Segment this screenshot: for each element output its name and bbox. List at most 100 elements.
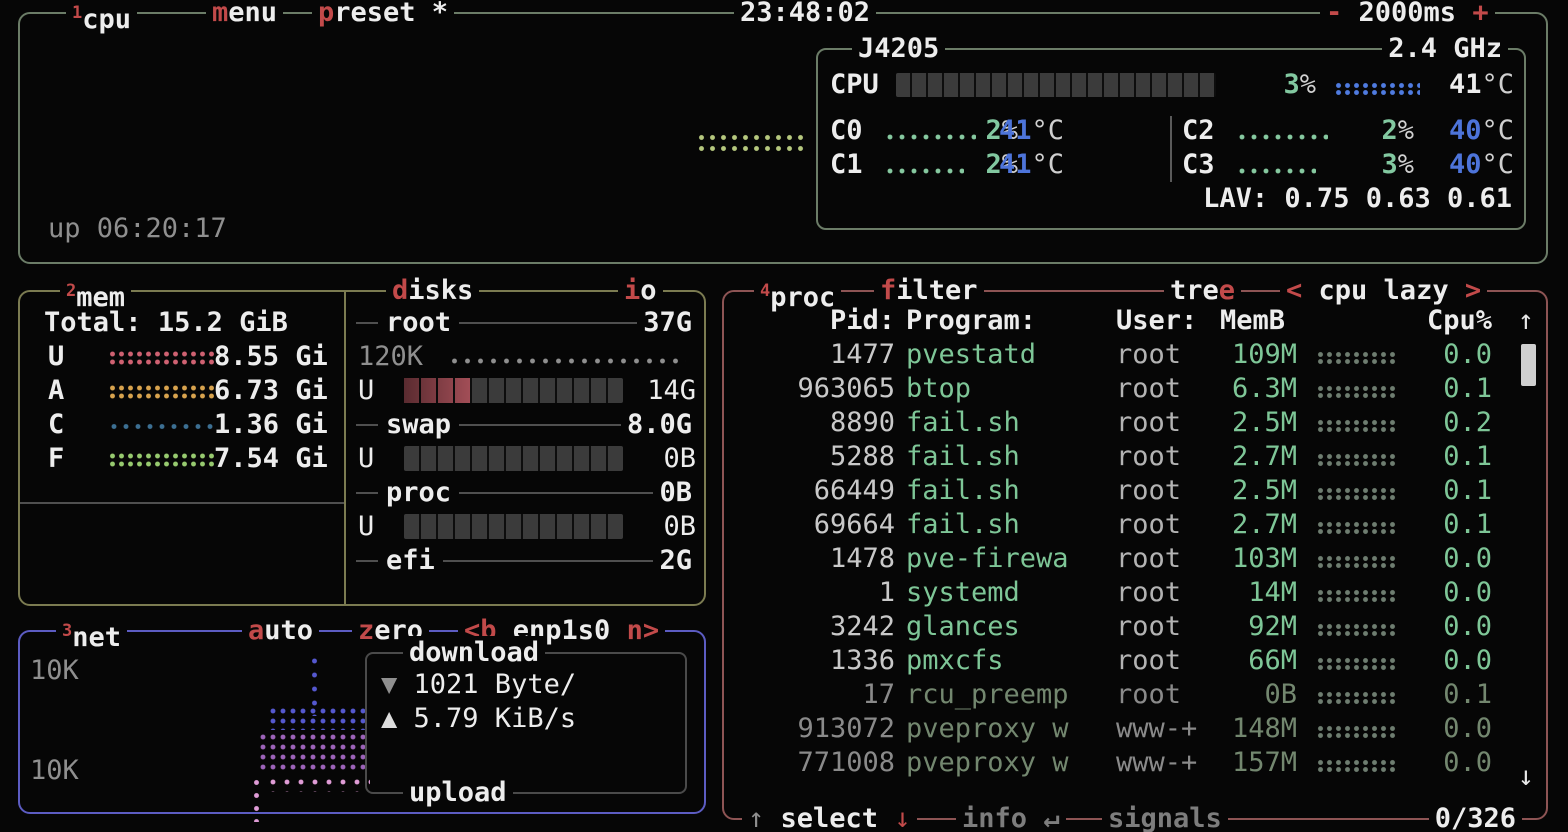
mem-value: 7.54 Gi (214, 442, 328, 476)
cpu-total-graph (1334, 82, 1420, 95)
process-row[interactable]: 8890 fail.sh root 2.5M 0.2 (730, 406, 1536, 440)
process-mem: 109M (1185, 338, 1297, 372)
interval-minus-button[interactable]: - (1326, 0, 1342, 28)
sort-mode: cpu lazy (1319, 275, 1449, 306)
process-mem: 103M (1185, 542, 1297, 576)
select-control[interactable]: ↑ select ↓ (742, 802, 917, 832)
process-row[interactable]: 1477 pvestatd root 109M 0.0 (730, 338, 1536, 372)
disk-io-value: 120K (358, 340, 423, 374)
process-row[interactable]: 771008 pveproxy w www-+ 157M 0.0 (730, 746, 1536, 780)
header-program[interactable]: Program: (906, 304, 1036, 338)
process-row[interactable]: 3242 glances root 92M 0.0 (730, 610, 1536, 644)
core-percent: 3% (1334, 148, 1414, 182)
upload-value: 5.79 KiB/s (414, 703, 577, 734)
process-cpu: 0.0 (1392, 746, 1492, 780)
header-pid[interactable]: Pid: (730, 304, 895, 338)
sort-prev-button[interactable]: < (1286, 275, 1302, 306)
process-row[interactable]: 1478 pve-firewa root 103M 0.0 (730, 542, 1536, 576)
interval-plus-button[interactable]: + (1472, 0, 1488, 28)
process-pid: 771008 (730, 746, 895, 780)
upload-icon: ▲ (381, 703, 397, 734)
disk-used-value: 0B (663, 510, 696, 544)
mem-total-label: Total: (44, 307, 142, 338)
process-row[interactable]: 1336 pmxcfs root 66M 0.0 (730, 644, 1536, 678)
disk-used-value: 0B (663, 442, 696, 476)
core-label: C3 (1182, 148, 1215, 182)
process-program: pmxcfs (906, 644, 1004, 678)
process-user: root (1116, 474, 1181, 508)
download-row: ▼ 1021 Byte/ (381, 668, 576, 702)
disk-proc-title: proc 0B (356, 476, 698, 510)
mem-key: F (48, 442, 64, 476)
process-program: fail.sh (906, 406, 1020, 440)
lav-label: LAV: (1203, 183, 1268, 214)
mem-used-graph (108, 350, 214, 367)
disk-proc-used-row: U 0B (358, 510, 696, 544)
process-pid: 963065 (730, 372, 895, 406)
tree-toggle[interactable]: tree (1164, 274, 1241, 308)
mem-total-row: Total: 15.2 GiB (20, 306, 344, 340)
net-auto-toggle[interactable]: auto (242, 614, 319, 648)
process-cpu: 0.0 (1392, 542, 1492, 576)
process-cpu-graph (1316, 623, 1398, 637)
menu-button[interactable]: menu (206, 0, 283, 30)
filter-button[interactable]: filter (874, 274, 984, 308)
process-cpu: 0.0 (1392, 338, 1492, 372)
header-cpu[interactable]: Cpu% (1392, 304, 1492, 338)
process-pid: 8890 (730, 406, 895, 440)
process-row[interactable]: 963065 btop root 6.3M 0.1 (730, 372, 1536, 406)
net-box-title[interactable]: 3net (56, 614, 127, 655)
process-user: root (1116, 338, 1181, 372)
disk-root-used-row: U 14G (358, 374, 696, 408)
process-mem: 6.3M (1185, 372, 1297, 406)
process-cpu-graph (1316, 759, 1398, 773)
signals-button[interactable]: signals (1102, 802, 1228, 832)
sort-next-button[interactable]: > (1465, 275, 1481, 306)
process-pid: 913072 (730, 712, 895, 746)
process-row[interactable]: 69664 fail.sh root 2.7M 0.1 (730, 508, 1536, 542)
process-row[interactable]: 5288 fail.sh root 2.7M 0.1 (730, 440, 1536, 474)
process-cpu-graph (1316, 419, 1398, 433)
iface-next-button[interactable]: n> (627, 615, 660, 646)
process-cpu-graph (1316, 589, 1398, 603)
proc-header-row: Pid: Program: User: MemB Cpu% (730, 304, 1536, 338)
core-label: C1 (830, 148, 863, 182)
core-label: C2 (1182, 114, 1215, 148)
net-box: 3net auto zero <b enp1s0 n> 10K 10K down… (18, 630, 706, 814)
core-graph (1236, 133, 1328, 141)
process-row[interactable]: 17 rcu_preemp root 0B 0.1 (730, 678, 1536, 712)
process-program: pveproxy w (906, 746, 1069, 780)
process-row[interactable]: 66449 fail.sh root 2.5M 0.1 (730, 474, 1536, 508)
header-mem[interactable]: MemB (1220, 304, 1285, 338)
process-mem: 92M (1185, 610, 1297, 644)
cpu-total-percent: 3% (1238, 68, 1316, 102)
info-button[interactable]: info ↵ (956, 802, 1066, 832)
select-down-icon: ↓ (894, 803, 910, 832)
process-program: fail.sh (906, 440, 1020, 474)
process-mem: 2.7M (1185, 440, 1297, 474)
net-scale-bottom: 10K (30, 754, 79, 788)
process-cpu: 0.0 (1392, 610, 1492, 644)
process-cpu: 0.2 (1392, 406, 1492, 440)
scroll-up-icon[interactable]: ↑ (1518, 304, 1534, 338)
cpu-box-title[interactable]: 1cpu (66, 0, 137, 37)
load-average-row: LAV: 0.75 0.63 0.61 (818, 182, 1524, 216)
header-user[interactable]: User: (1116, 304, 1197, 338)
process-mem: 66M (1185, 644, 1297, 678)
cpu-hotkey: 1 (72, 3, 82, 23)
process-row[interactable]: 913072 pveproxy w www-+ 148M 0.0 (730, 712, 1536, 746)
process-row[interactable]: 1 systemd root 14M 0.0 (730, 576, 1536, 610)
process-mem: 148M (1185, 712, 1297, 746)
process-cpu-graph (1316, 487, 1398, 501)
selection-count: 0/326 (1429, 802, 1522, 832)
mem-key: C (48, 408, 64, 442)
cpu-summary-panel: J4205 2.4 GHz CPU 3% 41°C C0 2% 41°C C1 (816, 48, 1526, 230)
cpu-model: J4205 (852, 32, 945, 66)
preset-button[interactable]: preset * (312, 0, 454, 30)
process-user: root (1116, 610, 1181, 644)
disk-used-meter (404, 514, 623, 539)
process-program: fail.sh (906, 474, 1020, 508)
disk-used-label: U (358, 510, 374, 544)
process-pid: 1477 (730, 338, 895, 372)
process-cpu: 0.0 (1392, 644, 1492, 678)
